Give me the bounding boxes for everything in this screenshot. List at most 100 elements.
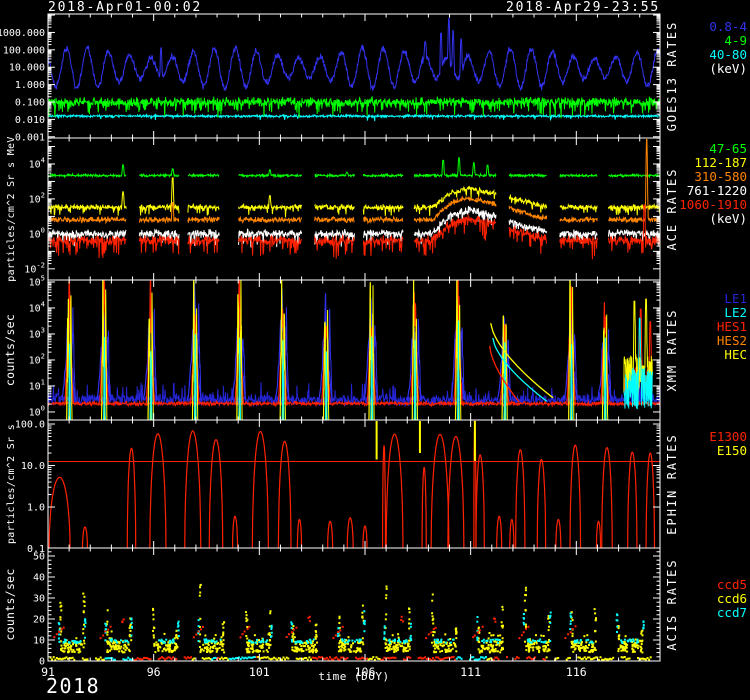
data-point [311,645,313,647]
data-point [199,633,201,635]
data-point [307,645,309,647]
data-point [61,628,63,630]
data-point [633,643,635,645]
data-point [170,650,172,652]
data-point [71,651,73,653]
data-point [616,614,618,616]
data-point [549,617,551,619]
data-point [152,614,154,616]
data-point [641,648,643,650]
data-point [295,627,297,629]
data-point [386,650,388,652]
data-point [537,640,539,642]
data-point [625,635,627,637]
data-point [621,641,623,643]
data-point [281,659,283,661]
data-point [528,645,530,647]
data-point [74,651,76,653]
data-point [222,649,224,651]
data-point [153,645,155,647]
y-tick-label: 100.000 [3,45,45,56]
y-tick-label: 0.010 [15,115,45,126]
data-point [256,651,258,653]
data-point [155,641,157,643]
data-point [594,630,596,632]
data-point [407,650,409,652]
data-point [127,641,129,643]
data-point [314,644,316,646]
data-point [247,628,249,630]
data-point [393,649,395,651]
data-point [408,640,410,642]
data-point [338,627,340,629]
data-point [432,623,434,625]
data-point [400,619,402,621]
data-point [308,656,310,658]
data-point [316,642,318,644]
data-point [408,623,410,625]
data-point [571,646,573,648]
data-point [72,640,74,642]
data-point [388,644,390,646]
data-point [595,617,597,619]
data-point [310,659,312,661]
data-point [288,633,290,635]
data-point [527,626,529,628]
data-point [585,650,587,652]
data-point [308,648,310,650]
data-point [346,657,348,659]
data-point [283,657,285,659]
data-point [244,631,246,633]
data-point [575,625,577,627]
data-point [587,639,589,641]
data-point [386,586,388,588]
data-point [499,645,501,647]
data-point [383,638,385,640]
data-point [177,637,179,639]
data-point [177,623,179,625]
data-point [248,626,250,628]
data-point [524,641,526,643]
data-point [291,631,293,633]
data-point [410,639,412,641]
data-point [448,648,450,650]
data-point [453,642,455,644]
data-point [105,625,107,627]
data-point [220,639,222,641]
data-point [177,626,179,628]
data-point [167,645,169,647]
data-point [263,650,265,652]
data-point [454,645,456,647]
data-point [339,640,341,642]
data-point [290,621,292,623]
data-point [210,640,212,642]
data-point [104,639,106,641]
data-point [409,657,411,659]
data-point [490,641,492,643]
data-point [158,639,160,641]
data-point [477,616,479,618]
legend-entry: E150 [717,443,747,458]
data-point [338,622,340,624]
data-point [595,641,597,643]
data-point [254,634,256,636]
data-point [160,640,162,642]
data-point [351,640,353,642]
data-point [580,643,582,645]
data-point [437,647,439,649]
data-point [642,627,644,629]
data-point [526,645,528,647]
data-point [216,643,218,645]
data-point [441,650,443,652]
data-point [494,621,496,623]
data-point [83,610,85,612]
data-point [579,642,581,644]
data-point [632,645,634,647]
data-point [115,640,117,642]
y-tick-label: 50 [33,551,45,562]
data-point [58,638,60,640]
data-point [452,648,454,650]
data-point [302,650,304,652]
data-point [575,648,577,650]
data-point [316,658,318,660]
